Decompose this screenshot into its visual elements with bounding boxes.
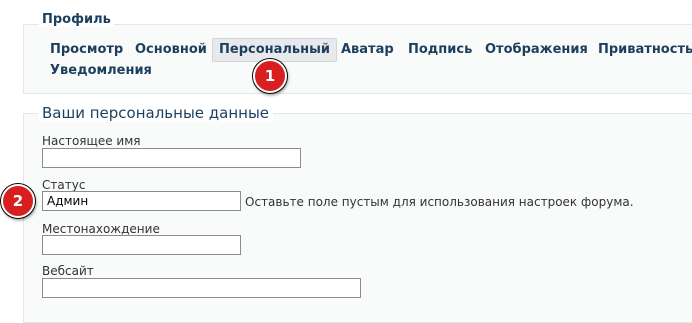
website-label: Вебсайт	[42, 264, 94, 278]
tab-view[interactable]: Просмотр	[50, 42, 123, 58]
tab-basic[interactable]: Основной	[135, 42, 207, 58]
profile-section-title: Профиль	[39, 12, 114, 27]
tab-privacy[interactable]: Приватность	[598, 42, 692, 58]
status-label: Статус	[42, 178, 86, 192]
real-name-input[interactable]	[42, 148, 301, 168]
annotation-badge-2: 2	[1, 184, 35, 218]
location-input[interactable]	[42, 235, 241, 255]
tab-avatar[interactable]: Аватар	[341, 42, 394, 58]
real-name-label: Настоящее имя	[42, 134, 141, 148]
annotation-badge-1: 1	[253, 59, 287, 93]
fieldset-legend: Ваши персональные данные	[38, 104, 274, 122]
status-input[interactable]	[42, 191, 241, 211]
website-input[interactable]	[42, 278, 361, 298]
tab-signature[interactable]: Подпись	[408, 42, 472, 58]
location-label: Местонахождение	[42, 222, 160, 236]
tab-personal[interactable]: Персональный	[212, 38, 337, 62]
tab-display[interactable]: Отображения	[485, 42, 588, 58]
status-hint: Оставьте поле пустым для использования н…	[245, 195, 634, 209]
tab-notifications[interactable]: Уведомления	[50, 63, 152, 79]
profile-panel	[23, 24, 692, 94]
